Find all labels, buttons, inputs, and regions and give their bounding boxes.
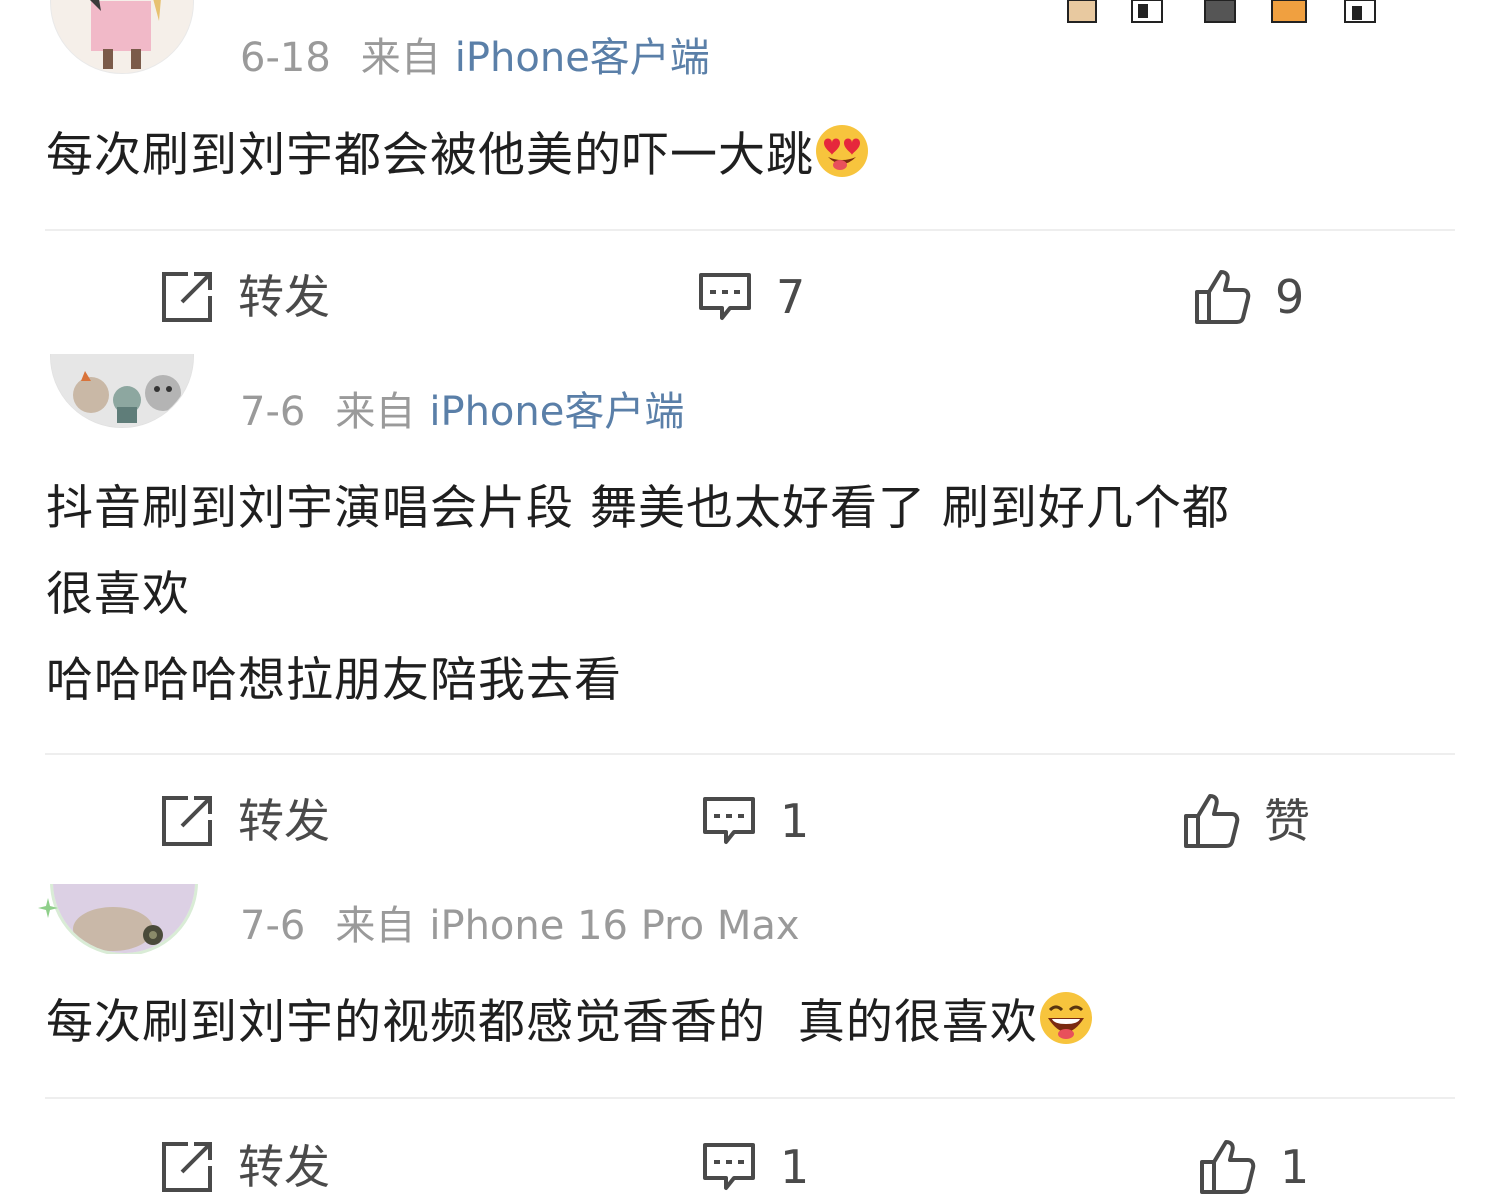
action-bar: 转发 1 赞 [0, 786, 1499, 856]
laughing-emoji [1038, 988, 1094, 1044]
repost-label: 转发 [238, 270, 330, 324]
post-meta: 7-6 来自 iPhone 16 Pro Max [240, 902, 800, 950]
divider [45, 229, 1455, 231]
comment-button[interactable]: 1 [702, 1132, 809, 1202]
post-date: 6-18 [240, 35, 331, 81]
comment-icon [703, 1143, 755, 1190]
action-bar: 转发 7 9 [0, 262, 1499, 332]
avatar[interactable] [50, 884, 198, 954]
repost-button[interactable]: 转发 [160, 1132, 330, 1202]
avatar-clip [45, 354, 197, 434]
repost-button[interactable]: 转发 [160, 786, 330, 856]
content-line: 每次刷到刘宇的视频都感觉香香的 真的很喜欢 [46, 995, 1038, 1050]
repost-button[interactable]: 转发 [160, 262, 330, 332]
like-label: 赞 [1264, 794, 1310, 848]
like-button[interactable]: 赞 [1182, 786, 1310, 856]
content-line: 抖音刷到刘宇演唱会片段 舞美也太好看了 刷到好几个都 [46, 481, 1230, 536]
repost-label: 转发 [238, 1140, 330, 1194]
thumbs-up-icon [1195, 270, 1251, 324]
action-bar: 转发 1 1 [0, 1132, 1499, 1202]
like-button[interactable]: 9 [1193, 262, 1304, 332]
source-prefix: 来自 [335, 903, 416, 949]
comment-count: 1 [780, 1140, 810, 1194]
post-date: 7-6 [240, 389, 306, 435]
source-prefix: 来自 [335, 389, 416, 435]
like-button[interactable]: 1 [1198, 1132, 1309, 1202]
post-content: 抖音刷到刘宇演唱会片段 舞美也太好看了 刷到好几个都 很喜欢 哈哈哈哈想拉朋友陪… [46, 466, 1456, 724]
client-link[interactable]: iPhone客户端 [429, 389, 684, 435]
share-icon [162, 272, 212, 322]
comment-button[interactable]: 1 [702, 786, 809, 856]
client-link[interactable]: iPhone客户端 [455, 35, 710, 81]
client-label: iPhone 16 Pro Max [429, 903, 800, 949]
sparkle-icon [38, 898, 58, 918]
comment-count: 1 [780, 794, 810, 848]
comment-button[interactable]: 7 [698, 262, 805, 332]
top-cropped-image [1060, 0, 1390, 24]
thumbs-up-icon [1200, 1140, 1256, 1194]
post-date: 7-6 [240, 903, 306, 949]
content-line: 很喜欢 [46, 567, 190, 622]
thumbs-up-icon [1184, 794, 1240, 848]
comment-icon [703, 797, 755, 844]
divider [45, 1097, 1455, 1099]
content-line: 哈哈哈哈想拉朋友陪我去看 [46, 653, 622, 708]
divider [45, 753, 1455, 755]
heart-eyes-emoji [814, 121, 870, 177]
content-line: 每次刷到刘宇都会被他美的吓一大跳 [46, 128, 814, 183]
post-meta: 7-6 来自 iPhone客户端 [240, 388, 684, 436]
comment-icon [699, 273, 751, 320]
post-content: 每次刷到刘宇的视频都感觉香香的 真的很喜欢 [46, 980, 1456, 1066]
repost-label: 转发 [238, 794, 330, 848]
like-count: 1 [1280, 1140, 1310, 1194]
post-meta: 6-18 来自 iPhone客户端 [240, 34, 710, 82]
avatar-clip [38, 884, 204, 954]
source-prefix: 来自 [360, 35, 441, 81]
like-count: 9 [1275, 270, 1305, 324]
avatar[interactable] [50, 0, 194, 74]
post-content: 每次刷到刘宇都会被他美的吓一大跳 [46, 113, 1456, 199]
comment-count: 7 [776, 270, 806, 324]
share-icon [162, 1142, 212, 1192]
share-icon [162, 796, 212, 846]
avatar[interactable] [50, 354, 194, 428]
